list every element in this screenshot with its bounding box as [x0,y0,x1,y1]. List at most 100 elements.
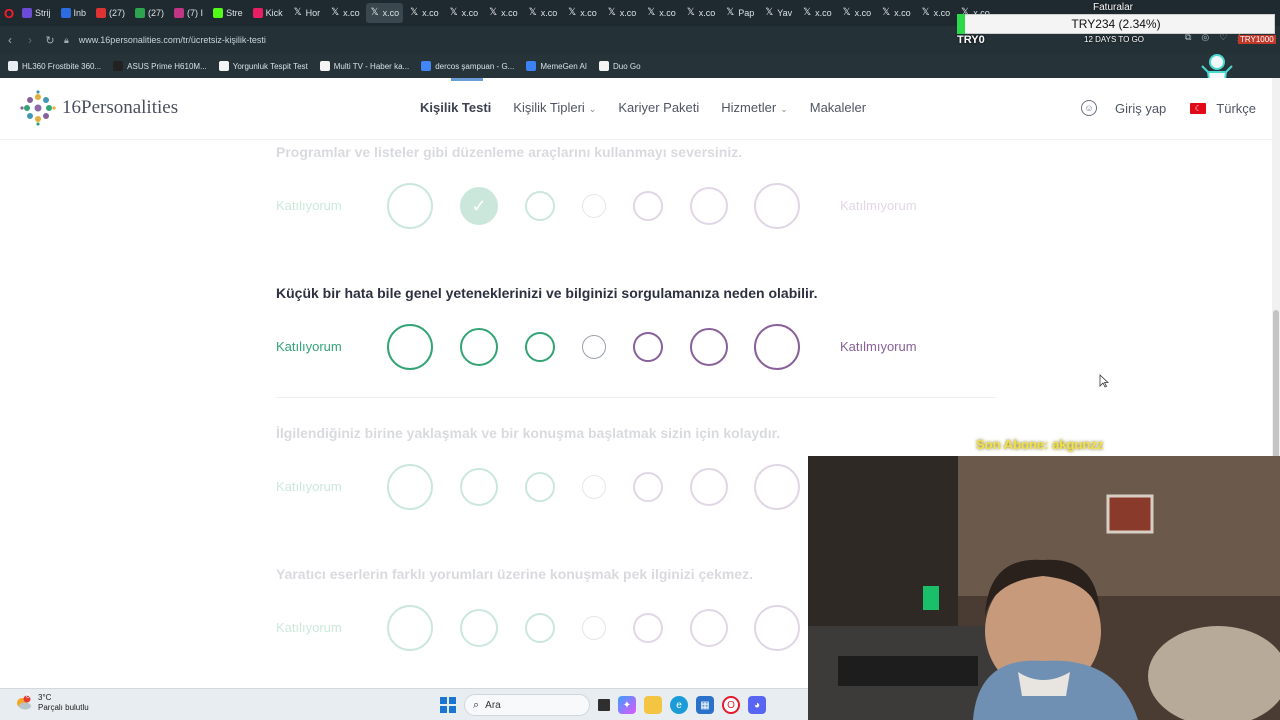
bookmark-item[interactable]: MemeGen AI [526,61,587,71]
browser-tab[interactable]: 𝕏x.co [877,3,915,23]
browser-tab[interactable]: (27) [92,3,129,23]
answer-option-5[interactable] [633,613,663,643]
browser-tab[interactable]: 𝕏x.co [603,3,641,23]
browser-tab[interactable]: 𝕏x.co [326,3,364,23]
logo-icon [20,90,56,126]
answer-option-7[interactable] [754,464,800,510]
browser-tab[interactable]: Kick [249,3,287,23]
answer-option-4[interactable] [582,194,606,218]
back-icon[interactable]: ‹ [0,26,20,54]
answer-option-2[interactable] [460,328,498,366]
browser-tab[interactable]: Strij [18,3,55,23]
forward-icon[interactable]: › [20,26,40,54]
tab-favicon-icon [252,8,263,18]
discord-icon[interactable]: ◕ [748,696,766,714]
disagree-label: Katılmıyorum [840,198,917,213]
browser-tab[interactable]: 𝕏x.co [365,3,404,23]
browser-tab[interactable]: 𝕏x.co [484,3,522,23]
answer-option-7[interactable] [754,183,800,229]
login-link[interactable]: Giriş yap [1115,101,1166,116]
weather-widget[interactable]: 8 3°C Parçalı bulutlu [14,693,89,713]
opera-taskbar-icon[interactable]: O [722,696,740,714]
answer-option-2[interactable] [460,609,498,647]
browser-tab[interactable]: 𝕏x.co [642,3,680,23]
answer-option-1[interactable] [387,464,433,510]
x-logo-icon: 𝕏 [647,7,656,18]
browser-tab[interactable]: 𝕏x.co [838,3,876,23]
bookmark-item[interactable]: Multi TV - Haber ka... [319,61,409,71]
bookmark-item[interactable]: Duo Go [599,61,641,71]
bookmark-favicon-icon [421,61,432,71]
answer-option-6[interactable] [690,609,728,647]
answer-option-1[interactable] [387,183,433,229]
answer-option-5[interactable] [633,332,663,362]
answer-option-5[interactable] [633,472,663,502]
taskbar-search[interactable]: ⌕ Ara [464,694,590,716]
accessibility-icon[interactable]: ☺ [1081,100,1097,116]
answer-option-6[interactable] [690,468,728,506]
edge-icon[interactable]: e [670,696,688,714]
task-view-icon[interactable] [598,699,610,711]
answer-option-1[interactable] [387,324,433,370]
browser-tab[interactable]: 𝕏x.co [682,3,720,23]
language-selector[interactable]: Türkçe [1216,101,1256,116]
browser-tab[interactable]: Stre [209,3,247,23]
store-icon[interactable]: ▦ [696,696,714,714]
url-field[interactable]: www.16personalities.com/tr/ücretsiz-kişi… [79,35,266,45]
site-logo[interactable]: 16Personalities [20,90,178,126]
tab-label: x.co [501,8,518,18]
browser-tab[interactable]: 𝕏x.co [445,3,483,23]
answer-option-5[interactable] [633,191,663,221]
browser-tab[interactable]: Inb [57,3,91,23]
mouse-cursor-icon [1099,374,1109,388]
browser-tab[interactable]: 𝕏x.co [563,3,601,23]
bookmark-item[interactable]: dercos şampuan - G... [421,61,514,71]
browser-tab[interactable]: 𝕏 Pap [721,3,758,23]
nav-item[interactable]: Makaleler [810,100,866,115]
nav-item[interactable]: Kişilik Testi [420,100,491,115]
file-explorer-icon[interactable] [644,696,662,714]
question-item: Küçük bir hata bile genel yetenekleriniz… [276,285,996,395]
answer-option-4[interactable] [582,475,606,499]
answer-option-4[interactable] [582,335,606,359]
nav-item[interactable]: Kariyer Paketi [618,100,699,115]
page-scrollbar-thumb[interactable] [1273,310,1279,470]
answer-option-3[interactable] [525,191,555,221]
answer-option-6[interactable] [690,187,728,225]
browser-tab[interactable]: 𝕏x.co [798,3,836,23]
browser-tab[interactable]: 𝕏x.co [917,3,955,23]
answer-option-3[interactable] [525,472,555,502]
answer-option-7[interactable] [754,605,800,651]
opera-icon[interactable]: O [0,0,18,26]
bookmark-item[interactable]: HL360 Frostbite 360... [8,61,101,71]
weather-text: 3°C Parçalı bulutlu [38,693,89,713]
browser-tab[interactable]: 𝕏x.co [524,3,562,23]
browser-tab[interactable]: 𝕏 Yav [760,3,796,23]
browser-tab[interactable]: (27) [131,3,168,23]
answer-option-6[interactable] [690,328,728,366]
bookmark-label: ASUS Prime H610M... [127,61,207,71]
reload-icon[interactable]: ↻ [40,26,60,54]
bookmark-item[interactable]: Yorgunluk Tespit Test [218,61,308,71]
answer-option-1[interactable] [387,605,433,651]
bookmark-item[interactable]: ASUS Prime H610M... [113,61,207,71]
answer-option-3[interactable] [525,613,555,643]
windows-start-icon[interactable] [440,697,456,713]
bookmark-favicon-icon [8,61,18,71]
nav-item[interactable]: Hizmetler ⌄ [721,100,787,115]
browser-tab[interactable]: (7) I [170,3,207,23]
logo-text: 16Personalities [62,97,179,118]
tab-label: (27) [148,8,165,18]
nav-item[interactable]: Kişilik Tipleri ⌄ [513,100,596,115]
answer-option-2[interactable] [460,468,498,506]
answer-option-7[interactable] [754,324,800,370]
answer-option-4[interactable] [582,616,606,640]
answer-option-2[interactable]: ✓ [460,187,498,225]
answer-option-3[interactable] [525,332,555,362]
browser-tab[interactable]: 𝕏x.co [405,3,443,23]
lock-icon: 🔒︎ [64,34,69,45]
browser-tab[interactable]: 𝕏 Hor [289,3,325,23]
copilot-icon[interactable]: ✦ [618,696,636,714]
chevron-down-icon: ⌄ [780,104,788,114]
agree-label: Katılıyorum [276,198,342,213]
